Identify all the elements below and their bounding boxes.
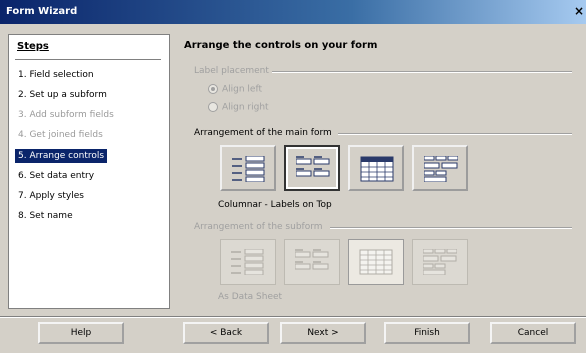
form-wizard-dialog: Form Wizard × Steps 1. Field selection 2… xyxy=(0,0,586,353)
subform-columnar-labels-left-button xyxy=(220,239,276,285)
as-data-sheet-button[interactable] xyxy=(348,145,404,191)
finish-button[interactable]: Finish xyxy=(384,322,470,344)
back-button[interactable]: < Back xyxy=(183,322,269,344)
steps-panel: Steps 1. Field selection 2. Set up a sub… xyxy=(8,34,170,309)
subform-line xyxy=(330,227,572,229)
subform-arrangement-title: Arrangement of the subform xyxy=(194,222,323,232)
subform-data-sheet-icon xyxy=(359,249,393,275)
page-heading: Arrange the controls on your form xyxy=(184,40,378,51)
align-left-radio[interactable]: Align left xyxy=(208,84,262,95)
radio-selected-icon xyxy=(208,84,218,94)
label-placement-title: Label placement xyxy=(194,66,269,76)
step-set-up-subform[interactable]: 2. Set up a subform xyxy=(15,88,110,102)
main-form-line xyxy=(338,133,572,135)
subform-columnar-labels-on-top-icon xyxy=(295,249,329,270)
help-button[interactable]: Help xyxy=(38,322,124,344)
in-blocks-icon xyxy=(424,156,458,182)
step-get-joined-fields: 4. Get joined fields xyxy=(18,130,103,140)
align-right-radio[interactable]: Align right xyxy=(208,102,269,113)
align-right-label: Align right xyxy=(222,102,269,113)
data-sheet-icon xyxy=(360,156,394,182)
subform-selected-caption: As Data Sheet xyxy=(218,292,283,302)
cancel-button[interactable]: Cancel xyxy=(490,322,576,344)
subform-as-data-sheet-button xyxy=(348,239,404,285)
main-form-arrangement-title: Arrangement of the main form xyxy=(194,128,332,138)
step-set-name[interactable]: 8. Set name xyxy=(15,209,76,223)
steps-heading: Steps xyxy=(17,41,49,52)
close-icon[interactable]: × xyxy=(574,5,584,17)
step-field-selection[interactable]: 1. Field selection xyxy=(15,68,97,82)
step-add-subform-fields: 3. Add subform fields xyxy=(18,110,114,120)
next-button[interactable]: Next > xyxy=(280,322,366,344)
columnar-labels-on-top-button[interactable] xyxy=(284,145,340,191)
step-apply-styles[interactable]: 7. Apply styles xyxy=(15,189,87,203)
align-left-label: Align left xyxy=(222,84,263,95)
label-placement-line xyxy=(272,71,572,73)
columnar-labels-left-icon xyxy=(232,156,265,182)
columnar-labels-on-top-icon xyxy=(296,156,330,177)
radio-unselected-icon xyxy=(208,102,218,112)
button-bar-divider xyxy=(0,316,586,318)
title-bar: Form Wizard × xyxy=(0,0,586,24)
main-form-selected-caption: Columnar - Labels on Top xyxy=(218,200,332,210)
columnar-labels-left-button[interactable] xyxy=(220,145,276,191)
subform-in-blocks-button xyxy=(412,239,468,285)
step-arrange-controls[interactable]: 5. Arrange controls xyxy=(15,149,108,163)
steps-divider xyxy=(15,59,161,60)
subform-columnar-labels-left-icon xyxy=(231,249,264,275)
in-blocks-labels-above-button[interactable] xyxy=(412,145,468,191)
window-title: Form Wizard xyxy=(6,6,78,17)
subform-columnar-labels-on-top-button xyxy=(284,239,340,285)
arrange-controls-page: Arrange the controls on your form Label … xyxy=(178,34,578,309)
subform-in-blocks-icon xyxy=(423,249,457,275)
step-set-data-entry[interactable]: 6. Set data entry xyxy=(15,169,97,183)
